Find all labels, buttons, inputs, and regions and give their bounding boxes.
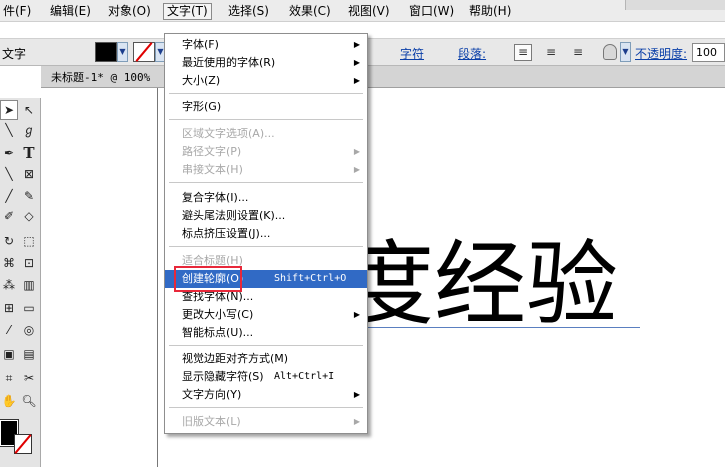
menu-item-type-orientation[interactable]: 文字方向(Y) ▶	[165, 386, 367, 404]
envelope-dropdown-icon[interactable]: ▼	[620, 42, 631, 62]
submenu-arrow-icon: ▶	[353, 310, 360, 319]
control-bar-label: 文字	[2, 47, 27, 61]
stroke-color-box[interactable]	[14, 434, 32, 454]
menu-item-smart-punctuation[interactable]: 智能标点(U)...	[165, 324, 367, 342]
fill-color-swatch[interactable]	[95, 42, 117, 62]
submenu-arrow-icon: ▶	[353, 147, 360, 156]
envelope-warp-icon[interactable]	[603, 44, 617, 60]
menu-effect[interactable]: 效果(C)	[286, 3, 334, 20]
menu-item-mojikumi-settings[interactable]: 标点挤压设置(J)...	[165, 225, 367, 243]
tools-panel: ➤ ↖ ╲ ℊ ✒ T ╲ ⊠ ╱ ✎ ✐ ◇ ↻ ⬚ ⌘ ⊡ ⁂ ▥ ⊞ ▭ …	[0, 98, 41, 467]
align-center-icon[interactable]: ≡	[542, 44, 560, 61]
menu-item-kinsoku-settings[interactable]: 避头尾法则设置(K)...	[165, 207, 367, 225]
slice-icon[interactable]: ⌗	[0, 368, 18, 388]
column-graph-icon[interactable]: ▤	[20, 344, 38, 364]
scale-icon[interactable]: ⬚	[20, 231, 38, 251]
rotate-icon[interactable]: ↻	[0, 231, 18, 251]
opacity-label[interactable]: 不透明度:	[635, 45, 687, 62]
menu-item-legacy-text: 旧版文本(L) ▶	[165, 413, 367, 431]
menu-separator	[169, 182, 363, 183]
menu-separator	[169, 246, 363, 247]
submenu-arrow-icon: ▶	[353, 165, 360, 174]
menu-bar: 件(F) 编辑(E) 对象(O) 文字(T) 选择(S) 效果(C) 视图(V)…	[0, 0, 725, 22]
eyedropper-icon[interactable]: ⁄	[0, 320, 18, 340]
menu-separator	[169, 119, 363, 120]
menu-item-recent-fonts[interactable]: 最近使用的字体(R) ▶	[165, 54, 367, 72]
menu-view[interactable]: 视图(V)	[345, 3, 393, 20]
opacity-input[interactable]: 100	[692, 43, 725, 62]
canvas-text[interactable]: 度经验	[342, 220, 618, 350]
menu-item-change-case[interactable]: 更改大小写(C) ▶	[165, 306, 367, 324]
menu-select[interactable]: 选择(S)	[225, 3, 272, 20]
scissors-icon[interactable]: ✂	[20, 368, 38, 388]
menu-item-font[interactable]: 字体(F) ▶	[165, 36, 367, 54]
menu-type[interactable]: 文字(T)	[163, 3, 212, 20]
menu-separator	[169, 407, 363, 408]
symbol-sprayer-icon[interactable]: ⁂	[0, 275, 18, 295]
menu-object[interactable]: 对象(O)	[105, 3, 154, 20]
align-right-icon[interactable]: ≡	[569, 44, 587, 61]
zoom-icon[interactable]: 🔍︎	[20, 391, 38, 411]
submenu-arrow-icon: ▶	[353, 40, 360, 49]
document-tab-title[interactable]: 未标题-1* @ 100%	[51, 69, 150, 85]
menu-window[interactable]: 窗口(W)	[406, 3, 457, 20]
menu-item-type-on-path: 路径文字(P) ▶	[165, 143, 367, 161]
create-outlines-shortcut: Shift+Ctrl+O	[274, 273, 347, 284]
pen-icon[interactable]: ✒	[0, 143, 18, 163]
artboard-edge	[157, 88, 158, 467]
mesh-icon[interactable]: ⊞	[0, 298, 18, 318]
submenu-arrow-icon: ▶	[353, 417, 360, 426]
pencil-icon[interactable]: ✎	[20, 186, 38, 206]
menu-separator	[169, 345, 363, 346]
arrow-icon[interactable]: ➤	[0, 100, 18, 120]
free-transform-icon[interactable]: ⊡	[20, 253, 38, 273]
gradient-icon[interactable]: ▭	[20, 298, 38, 318]
submenu-arrow-icon: ▶	[353, 76, 360, 85]
align-left-icon[interactable]: ≡	[514, 44, 532, 61]
menu-item-show-hidden-characters[interactable]: 显示隐藏字符(S) Alt+Ctrl+I	[165, 368, 367, 386]
menu-item-optical-margin-alignment[interactable]: 视觉边距对齐方式(M)	[165, 350, 367, 368]
fill-dropdown-icon[interactable]: ▼	[117, 42, 128, 62]
stroke-color-swatch[interactable]	[133, 42, 155, 62]
hand-icon[interactable]: ✋	[0, 391, 18, 411]
type-menu-dropdown: 字体(F) ▶ 最近使用的字体(R) ▶ 大小(Z) ▶ 字形(G) 区域文字选项(A…	[164, 33, 368, 434]
blob-brush-icon[interactable]: ✐	[0, 206, 18, 226]
live-paint-icon[interactable]: ▣	[0, 344, 18, 364]
submenu-arrow-icon: ▶	[353, 58, 360, 67]
menu-item-size[interactable]: 大小(Z) ▶	[165, 72, 367, 90]
magic-wand-icon[interactable]: ╲	[0, 120, 18, 140]
menu-file[interactable]: 件(F)	[0, 3, 34, 20]
paragraph-panel-link[interactable]: 段落:	[458, 45, 486, 62]
eraser-icon[interactable]: ◇	[20, 206, 38, 226]
menu-edit[interactable]: 编辑(E)	[47, 3, 94, 20]
submenu-arrow-icon: ▶	[353, 390, 360, 399]
menu-item-glyphs[interactable]: 字形(G)	[165, 98, 367, 116]
line-icon[interactable]: ╲	[0, 164, 18, 184]
menu-item-threaded-text: 串接文本(H) ▶	[165, 161, 367, 179]
warp-icon[interactable]: ⌘	[0, 253, 18, 273]
graph-icon[interactable]: ▥	[20, 275, 38, 295]
menu-separator	[169, 93, 363, 94]
blend-icon[interactable]: ◎	[20, 320, 38, 340]
hollow-arrow-icon[interactable]: ↖	[20, 100, 38, 120]
menu-item-area-type-options: 区域文字选项(A)...	[182, 127, 275, 140]
document-tab-bar: 未标题-1* @ 100%	[41, 66, 725, 88]
annotation-highlight-box	[174, 266, 242, 292]
menu-item-composite-fonts[interactable]: 复合字体(I)...	[165, 189, 367, 207]
lasso-icon[interactable]: ℊ	[20, 120, 38, 140]
character-panel-link[interactable]: 字符	[400, 45, 424, 62]
show-hidden-shortcut: Alt+Ctrl+I	[274, 371, 335, 382]
menu-help[interactable]: 帮助(H)	[466, 3, 514, 20]
paintbrush-icon[interactable]: ╱	[0, 186, 18, 206]
type-icon[interactable]: T	[20, 143, 38, 163]
rectangle-grid-icon[interactable]: ⊠	[20, 164, 38, 184]
workspace-switcher[interactable]	[625, 0, 725, 10]
